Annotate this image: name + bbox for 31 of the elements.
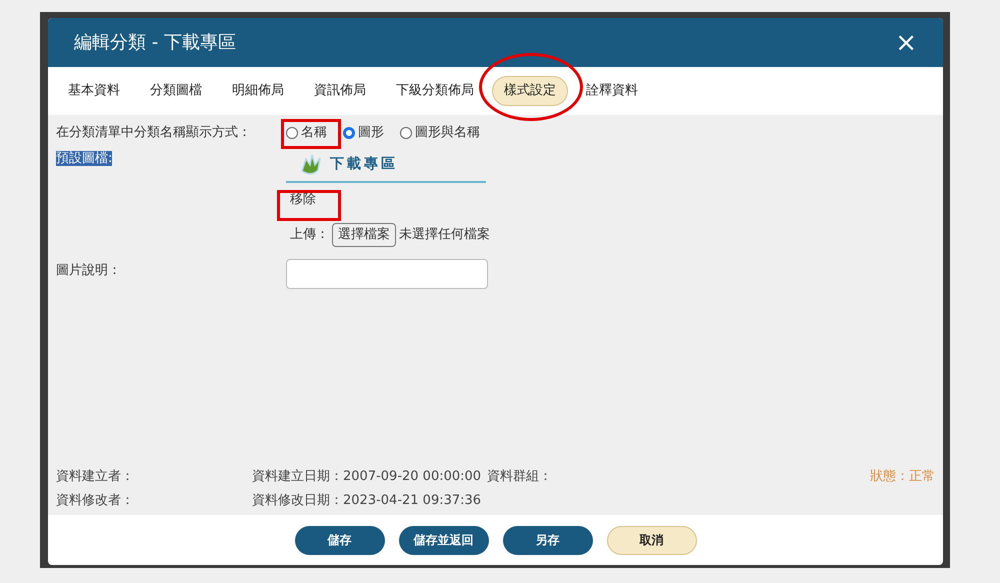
field-label: 在分類清單中分類名稱顯示方式： (56, 124, 252, 142)
upload-label: 上傳： (290, 226, 329, 244)
status-text: 狀態：正常 (870, 468, 935, 486)
radio-label: 圖形 (358, 124, 384, 142)
tab[interactable]: 明細佈局 (217, 77, 299, 105)
group-label: 資料群組： (487, 468, 552, 486)
file-status: 未選擇任何檔案 (399, 226, 490, 244)
tab[interactable]: 基本資料 (53, 77, 135, 105)
banner-text: 下載專區 (330, 155, 398, 174)
tab[interactable]: 資訊佈局 (299, 77, 381, 105)
tab[interactable]: 樣式設定 (492, 76, 568, 106)
field-label: 圖片說明： (56, 262, 122, 280)
created-date: 2007-09-20 00:00:00 (343, 468, 482, 486)
close-button[interactable]: × (895, 30, 917, 56)
cancel-button[interactable]: 取消 (606, 526, 696, 554)
tab[interactable]: 詮釋資料 (571, 77, 653, 105)
creator-label: 資料建立者： (56, 468, 135, 486)
primary-button[interactable]: 儲存並返回 (398, 526, 488, 554)
choose-file-button[interactable]: 選擇檔案 (332, 223, 396, 246)
modified-date-label: 資料修改日期： (252, 492, 343, 510)
radio-label: 圖形與名稱 (415, 124, 480, 142)
field-label: 預設圖檔: (56, 150, 112, 166)
modifier-label: 資料修改者： (56, 492, 135, 510)
tab[interactable]: 下級分類佈局 (381, 77, 489, 105)
created-date-label: 資料建立日期： (252, 468, 343, 486)
dialog-title: 編輯分類 - 下載專區 (74, 31, 236, 55)
primary-button[interactable]: 另存 (502, 526, 592, 554)
tab[interactable]: 分類圖檔 (135, 77, 217, 105)
radio-label: 名稱 (301, 124, 327, 142)
primary-button[interactable]: 儲存 (294, 526, 384, 554)
modified-date: 2023-04-21 09:37:36 (343, 492, 482, 510)
